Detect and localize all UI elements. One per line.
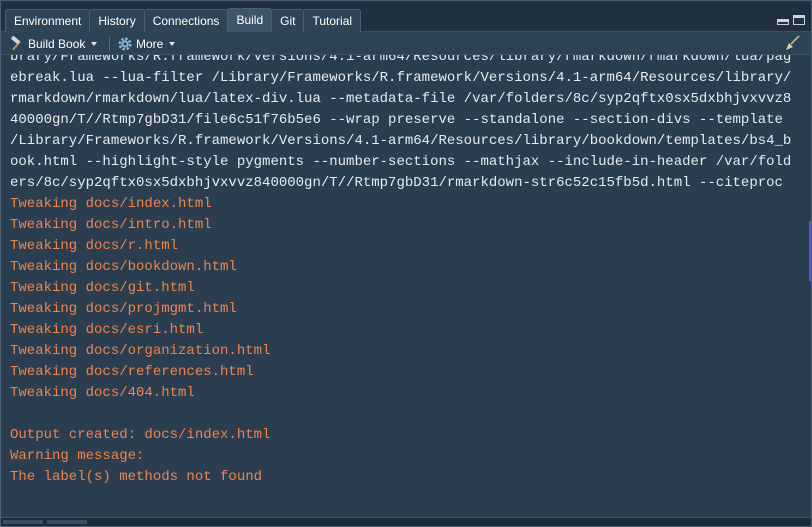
more-label: More xyxy=(136,36,164,51)
tab-build[interactable]: Build xyxy=(227,8,273,32)
pane-splitter-segment[interactable] xyxy=(47,520,87,524)
maximize-pane-button[interactable] xyxy=(793,15,805,25)
toolbar-separator xyxy=(109,36,110,51)
output-created-message: Output created: docs/index.html xyxy=(10,427,271,443)
tab-tutorial[interactable]: Tutorial xyxy=(303,9,362,32)
tab-connections[interactable]: Connections xyxy=(143,9,229,32)
pandoc-command-text: brary/Frameworks/R.framework/Versions/4.… xyxy=(10,55,792,191)
list-item: Tweaking docs/projmgmt.html xyxy=(10,301,237,317)
broom-icon[interactable] xyxy=(783,35,801,51)
chevron-down-icon xyxy=(91,41,98,46)
pane-window-controls xyxy=(777,15,805,25)
build-book-button[interactable]: Build Book xyxy=(9,35,98,52)
pane-splitter-segment[interactable] xyxy=(3,520,43,524)
list-item: Tweaking docs/r.html xyxy=(10,238,179,254)
tab-environment[interactable]: Environment xyxy=(5,9,91,32)
list-item: Tweaking docs/git.html xyxy=(10,280,195,296)
list-item: Tweaking docs/bookdown.html xyxy=(10,259,237,275)
more-menu-button[interactable]: More xyxy=(117,35,176,52)
list-item: Tweaking docs/intro.html xyxy=(10,217,212,233)
chevron-down-icon xyxy=(169,41,176,46)
minimize-pane-button[interactable] xyxy=(777,19,789,25)
list-item: Tweaking docs/404.html xyxy=(10,385,195,401)
list-item: Tweaking docs/index.html xyxy=(10,196,212,212)
gear-icon xyxy=(117,36,133,52)
build-console-output[interactable]: brary/Frameworks/R.framework/Versions/4.… xyxy=(1,55,811,517)
list-item: Tweaking docs/esri.html xyxy=(10,322,204,338)
hammer-icon xyxy=(9,35,25,52)
warning-message-text: The label(s) methods not found xyxy=(10,469,263,485)
list-item: Tweaking docs/references.html xyxy=(10,364,254,380)
bottom-pane-strip xyxy=(1,517,811,526)
build-pane: Environment History Connections Build Gi… xyxy=(0,0,812,527)
list-item: Tweaking docs/organization.html xyxy=(10,343,271,359)
warning-message-header: Warning message: xyxy=(10,448,145,464)
tab-git[interactable]: Git xyxy=(271,9,305,32)
pane-tab-bar: Environment History Connections Build Gi… xyxy=(1,1,811,32)
tab-list: Environment History Connections Build Gi… xyxy=(5,8,362,32)
build-book-label: Build Book xyxy=(28,36,86,51)
build-toolbar: Build Book More xyxy=(1,32,811,55)
tab-history[interactable]: History xyxy=(89,9,145,32)
window-edge-accent xyxy=(809,221,811,281)
